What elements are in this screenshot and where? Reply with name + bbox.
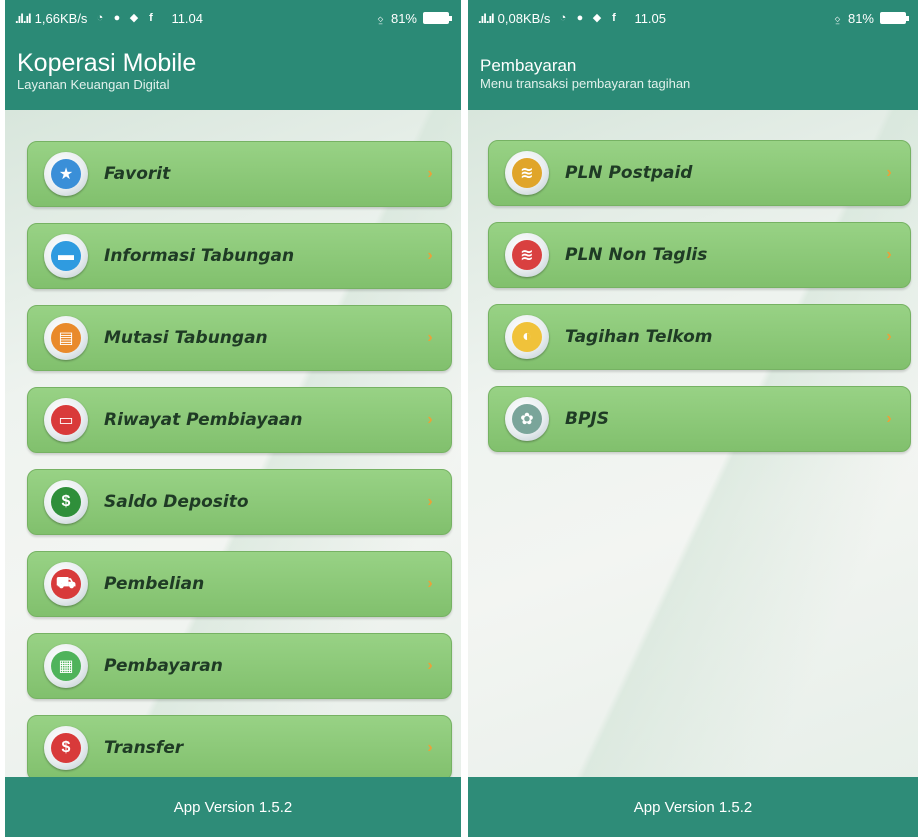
chevron-right-icon: › xyxy=(427,493,433,510)
money-bag-icon: $ xyxy=(44,480,88,524)
menu-item-label: Pembelian xyxy=(104,574,205,594)
menu-item-label: Informasi Tabungan xyxy=(104,246,295,266)
menu-item-pln-postpaid[interactable]: ≋ PLN Postpaid › xyxy=(488,140,911,206)
signal-icon: .ıl.ıl xyxy=(478,10,495,26)
signal-icon: .ıl.ıl xyxy=(15,10,32,26)
menu-item-label: Riwayat Pembiayaan xyxy=(104,410,303,430)
chevron-right-icon: › xyxy=(427,329,433,346)
battery-level: 81% xyxy=(390,10,417,26)
chevron-right-icon: › xyxy=(427,739,433,756)
telkom-logo-icon: ◐ xyxy=(505,315,549,359)
menu-item-saldo-deposito[interactable]: $ Saldo Deposito › xyxy=(27,469,452,535)
menu-item-label: Transfer xyxy=(104,738,184,758)
bpjs-logo-icon: ✿ xyxy=(505,397,549,441)
chevron-right-icon: › xyxy=(886,246,892,263)
menu-item-informasi-tabungan[interactable]: ▬ Informasi Tabungan › xyxy=(27,223,452,289)
clock: 11.04 xyxy=(171,10,204,26)
menu-item-mutasi-tabungan[interactable]: ▤ Mutasi Tabungan › xyxy=(27,305,452,371)
money-bag-transfer-icon: $ xyxy=(44,726,88,770)
facebook-icon: f xyxy=(612,12,616,24)
app-title: Koperasi Mobile xyxy=(17,49,197,77)
main-menu-screen: .ıl.ıl 1,66KB/s ◔ ● ◆ f 11.04 ⍚ 81% Kope… xyxy=(5,0,461,837)
network-speed: 1,66KB/s xyxy=(34,10,88,26)
menu-item-label: Tagihan Telkom xyxy=(565,327,713,347)
page-title: Pembayaran xyxy=(480,56,577,75)
chevron-right-icon: › xyxy=(427,165,433,182)
clock: 11.05 xyxy=(634,10,667,26)
messenger-icon: ● xyxy=(576,12,584,24)
app-header: Koperasi Mobile Layanan Keuangan Digital xyxy=(5,36,461,110)
battery-level: 81% xyxy=(847,10,874,26)
chevron-right-icon: › xyxy=(427,411,433,428)
wifi-icon: ◔ xyxy=(559,12,567,24)
payment-menu-screen: .ıl.ıl 0,08KB/s ◔ ● ◆ f 11.05 ⍚ 81% Pemb… xyxy=(468,0,918,837)
pln-logo-icon: ≋ xyxy=(505,151,549,195)
network-speed: 0,08KB/s xyxy=(497,10,551,26)
battery-icon xyxy=(423,12,452,24)
menu-item-label: Favorit xyxy=(104,164,171,184)
app-version: App Version 1.5.2 xyxy=(468,777,918,837)
menu-item-transfer[interactable]: $ Transfer › xyxy=(27,715,452,781)
chevron-right-icon: › xyxy=(886,164,892,181)
pln-logo-icon: ≋ xyxy=(505,233,549,277)
shield-icon: ◆ xyxy=(592,12,602,24)
menu-item-label: Mutasi Tabungan xyxy=(104,328,268,348)
chevron-right-icon: › xyxy=(427,575,433,592)
chevron-right-icon: › xyxy=(886,410,892,427)
document-icon: ▤ xyxy=(44,316,88,360)
page-subtitle: Menu transaksi pembayaran tagihan xyxy=(480,76,691,91)
shield-icon: ◆ xyxy=(129,12,139,24)
battery-icon xyxy=(880,12,909,24)
app-version: App Version 1.5.2 xyxy=(5,777,461,837)
menu-item-favorit[interactable]: ★ Favorit › xyxy=(27,141,452,207)
messenger-icon: ● xyxy=(113,12,121,24)
menu-item-riwayat-pembiayaan[interactable]: ▭ Riwayat Pembiayaan › xyxy=(27,387,452,453)
menu-item-label: Saldo Deposito xyxy=(104,492,249,512)
alarm-icon: ⍚ xyxy=(834,10,842,25)
credit-card-icon: ▭ xyxy=(44,398,88,442)
chevron-right-icon: › xyxy=(886,328,892,345)
app-subtitle: Layanan Keuangan Digital xyxy=(17,77,170,92)
menu-item-pln-non-taglis[interactable]: ≋ PLN Non Taglis › xyxy=(488,222,911,288)
menu-item-label: Pembayaran xyxy=(104,656,223,676)
chevron-right-icon: › xyxy=(427,657,433,674)
menu-item-pembayaran[interactable]: ▦ Pembayaran › xyxy=(27,633,452,699)
menu-item-label: PLN Postpaid xyxy=(565,163,693,183)
shopping-cart-icon: ⛟ xyxy=(44,562,88,606)
calculator-icon: ▦ xyxy=(44,644,88,688)
status-bar: .ıl.ıl 1,66KB/s ◔ ● ◆ f 11.04 ⍚ 81% xyxy=(5,0,461,36)
menu-item-label: BPJS xyxy=(565,409,609,429)
chevron-right-icon: › xyxy=(427,247,433,264)
app-header: Pembayaran Menu transaksi pembayaran tag… xyxy=(468,36,918,110)
menu-item-tagihan-telkom[interactable]: ◐ Tagihan Telkom › xyxy=(488,304,911,370)
facebook-icon: f xyxy=(149,12,153,24)
menu-item-bpjs[interactable]: ✿ BPJS › xyxy=(488,386,911,452)
status-bar: .ıl.ıl 0,08KB/s ◔ ● ◆ f 11.05 ⍚ 81% xyxy=(468,0,918,36)
menu-item-label: PLN Non Taglis xyxy=(565,245,708,265)
alarm-icon: ⍚ xyxy=(377,10,385,25)
wallet-icon: ▬ xyxy=(44,234,88,278)
menu-item-pembelian[interactable]: ⛟ Pembelian › xyxy=(27,551,452,617)
wifi-icon: ◔ xyxy=(96,12,104,24)
star-icon: ★ xyxy=(44,152,88,196)
